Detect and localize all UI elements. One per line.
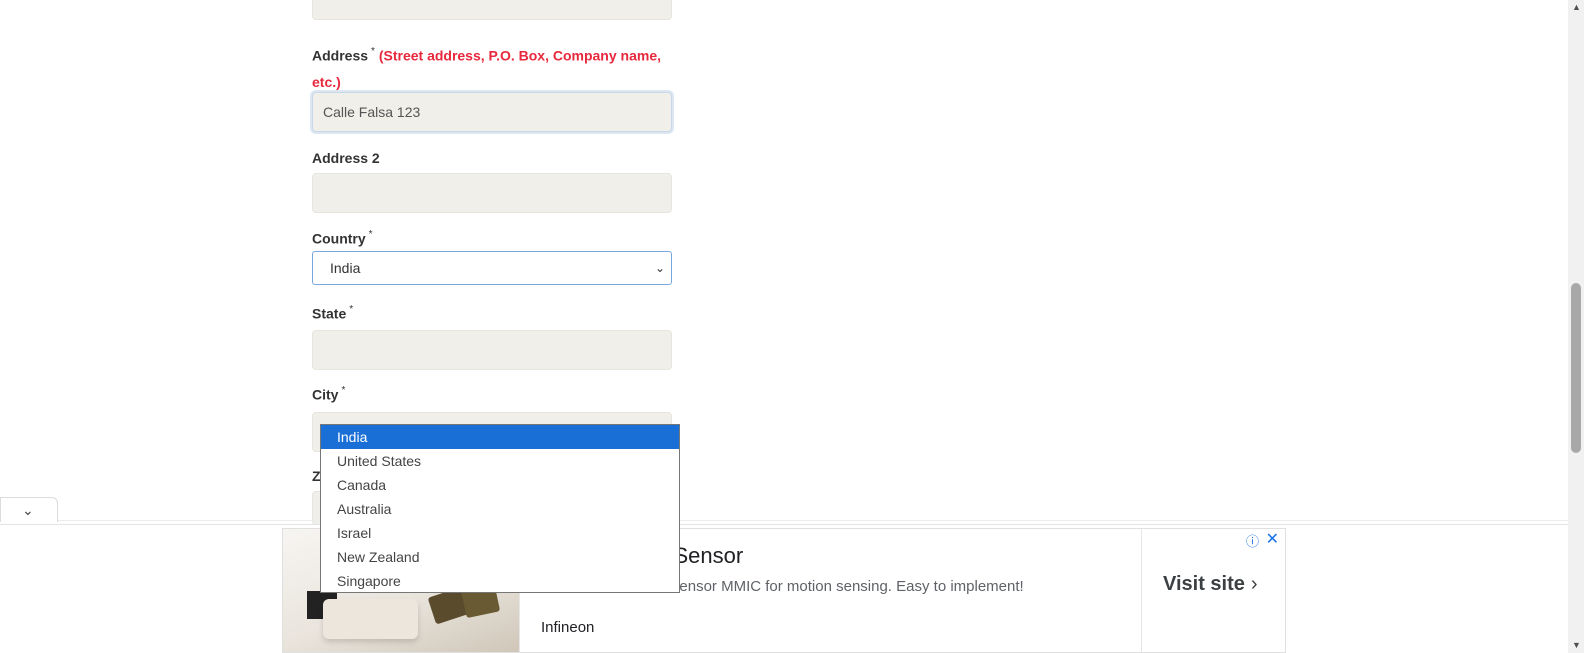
required-marker: * <box>371 46 375 57</box>
state-input[interactable] <box>312 330 672 370</box>
previous-field[interactable] <box>312 0 672 20</box>
ad-divider <box>1141 529 1142 652</box>
required-marker: * <box>368 229 373 240</box>
ad-separator <box>0 524 1568 525</box>
address-label: Address * (Street address, P.O. Box, Comp… <box>312 46 661 90</box>
country-option-canada[interactable]: Canada <box>321 473 679 497</box>
ad-collapse-button[interactable]: ⌄ <box>0 497 58 522</box>
close-icon[interactable]: ✕ <box>1266 529 1279 549</box>
chevron-down-icon: ⌄ <box>22 502 34 518</box>
scroll-down-icon[interactable]: ▼ <box>1572 640 1581 650</box>
ad-separator <box>0 520 1568 521</box>
chevron-right-icon: › <box>1250 573 1258 595</box>
country-dropdown-list[interactable]: India United States Canada Australia Isr… <box>320 424 680 593</box>
country-option-australia[interactable]: Australia <box>321 497 679 521</box>
state-label: State * <box>312 304 354 322</box>
country-option-new-zealand[interactable]: New Zealand <box>321 545 679 569</box>
scroll-up-icon[interactable]: ▲ <box>1572 2 1581 12</box>
address2-label: Address 2 <box>312 150 380 166</box>
address2-input[interactable] <box>312 173 672 213</box>
chevron-down-icon: ⌄ <box>654 261 665 275</box>
required-marker: * <box>341 385 346 396</box>
visit-site-button[interactable]: Visit site › <box>1163 573 1258 596</box>
ad-image-sofa <box>323 599 418 639</box>
country-select[interactable]: India ⌄ <box>312 251 672 285</box>
address-input[interactable]: Calle Falsa 123 <box>312 92 672 132</box>
scrollbar-thumb[interactable] <box>1571 283 1581 453</box>
country-option-united-states[interactable]: United States <box>321 449 679 473</box>
info-icon[interactable]: ⓘ <box>1246 531 1259 550</box>
required-marker: * <box>349 304 354 315</box>
country-label: Country * <box>312 229 373 247</box>
vertical-scrollbar[interactable]: ▲ ▼ <box>1568 0 1584 653</box>
city-label: City * <box>312 385 346 403</box>
country-option-israel[interactable]: Israel <box>321 521 679 545</box>
country-option-india[interactable]: India <box>321 425 679 449</box>
ad-brand[interactable]: Infineon <box>541 619 594 636</box>
country-option-singapore[interactable]: Singapore <box>321 569 679 593</box>
